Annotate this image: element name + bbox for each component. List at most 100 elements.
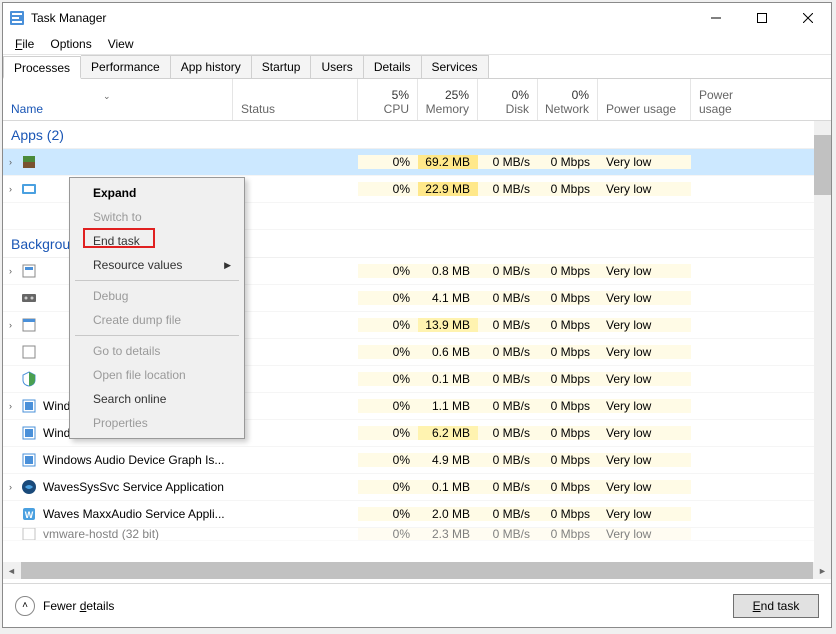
header-disk-pct: 0% — [512, 88, 529, 102]
cell-network: 0 Mbps — [538, 426, 598, 440]
tab-processes[interactable]: Processes — [3, 56, 81, 79]
ctx-end-task[interactable]: End task — [73, 229, 241, 253]
scroll-left-button[interactable]: ◄ — [3, 562, 20, 579]
cell-network: 0 Mbps — [538, 453, 598, 467]
process-name: WavesSysSvc Service Application — [43, 480, 224, 494]
header-disk-label: Disk — [506, 102, 529, 116]
process-icon — [21, 344, 37, 360]
process-icon — [21, 528, 37, 541]
col-memory[interactable]: 25%Memory — [418, 79, 478, 120]
ctx-expand[interactable]: Expand — [73, 181, 241, 205]
expand-icon[interactable]: › — [9, 184, 21, 194]
process-row[interactable]: WWaves MaxxAudio Service Appli...0%2.0 M… — [3, 501, 831, 528]
col-name[interactable]: ⌄ Name — [3, 79, 233, 120]
task-manager-window: Task Manager File Options View Processes… — [2, 2, 832, 628]
cell-memory: 0.6 MB — [418, 345, 478, 359]
fewer-details-button[interactable]: ˄ Fewer details — [15, 596, 114, 616]
tab-users[interactable]: Users — [311, 55, 363, 78]
app-icon — [9, 10, 25, 26]
column-headers: ⌄ Name Status 5%CPU 25%Memory 0%Disk 0%N… — [3, 79, 831, 121]
cell-disk: 0 MB/s — [478, 399, 538, 413]
header-cpu-label: CPU — [384, 102, 409, 116]
scrollbar-horizontal[interactable]: ◄ ► — [3, 562, 831, 579]
tab-performance[interactable]: Performance — [81, 55, 171, 78]
process-icon — [21, 479, 37, 495]
ctx-properties[interactable]: Properties — [73, 411, 241, 435]
cell-power: Very low — [598, 528, 691, 541]
process-name: vmware-hostd (32 bit) — [43, 528, 159, 541]
maximize-button[interactable] — [739, 3, 785, 33]
header-status-label: Status — [241, 102, 275, 116]
cell-power: Very low — [598, 372, 691, 386]
cell-cpu: 0% — [358, 480, 418, 494]
cell-cpu: 0% — [358, 426, 418, 440]
process-row[interactable]: ›0%69.2 MB0 MB/s0 MbpsVery low — [3, 149, 831, 176]
scrollbar-vertical[interactable] — [814, 121, 831, 562]
col-cpu[interactable]: 5%CPU — [358, 79, 418, 120]
expand-icon[interactable]: › — [9, 320, 21, 330]
cell-network: 0 Mbps — [538, 399, 598, 413]
col-disk[interactable]: 0%Disk — [478, 79, 538, 120]
chevron-down-icon: ⌄ — [103, 91, 111, 102]
cell-disk: 0 MB/s — [478, 426, 538, 440]
group-apps[interactable]: Apps (2) — [3, 121, 831, 149]
col-power2[interactable]: Power usage — [691, 79, 768, 120]
cell-memory: 2.0 MB — [418, 507, 478, 521]
cell-disk: 0 MB/s — [478, 291, 538, 305]
ctx-open-location[interactable]: Open file location — [73, 363, 241, 387]
col-power[interactable]: Power usage — [598, 79, 691, 120]
cell-network: 0 Mbps — [538, 318, 598, 332]
cell-memory: 13.9 MB — [418, 318, 478, 332]
context-menu: Expand Switch to End task Resource value… — [69, 177, 245, 439]
cell-power: Very low — [598, 155, 691, 169]
tab-app-history[interactable]: App history — [171, 55, 252, 78]
cell-power: Very low — [598, 264, 691, 278]
cell-power: Very low — [598, 453, 691, 467]
ctx-create-dump[interactable]: Create dump file — [73, 308, 241, 332]
expand-icon[interactable]: › — [9, 266, 21, 276]
col-status[interactable]: Status — [233, 79, 358, 120]
cell-network: 0 Mbps — [538, 155, 598, 169]
col-network[interactable]: 0%Network — [538, 79, 598, 120]
menu-file[interactable]: File — [7, 34, 42, 54]
ctx-search-online[interactable]: Search online — [73, 387, 241, 411]
cell-cpu: 0% — [358, 264, 418, 278]
process-icon — [21, 290, 37, 306]
expand-icon[interactable]: › — [9, 401, 21, 411]
cell-memory: 0.1 MB — [418, 480, 478, 494]
cell-disk: 0 MB/s — [478, 182, 538, 196]
tab-details[interactable]: Details — [364, 55, 422, 78]
tab-services[interactable]: Services — [422, 55, 489, 78]
cell-disk: 0 MB/s — [478, 507, 538, 521]
window-title: Task Manager — [31, 11, 693, 25]
cell-network: 0 Mbps — [538, 345, 598, 359]
footer: ˄ Fewer details End task — [3, 583, 831, 627]
expand-icon[interactable]: › — [9, 482, 21, 492]
cell-power: Very low — [598, 318, 691, 332]
ctx-switch-to[interactable]: Switch to — [73, 205, 241, 229]
cell-memory: 2.3 MB — [418, 528, 478, 541]
process-icon — [21, 398, 37, 414]
tab-startup[interactable]: Startup — [252, 55, 312, 78]
ctx-go-details[interactable]: Go to details — [73, 339, 241, 363]
menu-view[interactable]: View — [100, 34, 142, 54]
cell-power: Very low — [598, 480, 691, 494]
ctx-debug[interactable]: Debug — [73, 284, 241, 308]
minimize-button[interactable] — [693, 3, 739, 33]
close-button[interactable] — [785, 3, 831, 33]
menubar: File Options View — [3, 33, 831, 55]
expand-icon[interactable]: › — [9, 157, 21, 167]
scrollbar-thumb-horizontal[interactable] — [21, 562, 813, 579]
cell-disk: 0 MB/s — [478, 453, 538, 467]
process-row[interactable]: › WavesSysSvc Service Application 0%0.1 MB… — [3, 474, 831, 501]
cell-cpu: 0% — [358, 372, 418, 386]
process-icon — [21, 371, 37, 387]
scroll-right-button[interactable]: ► — [814, 562, 831, 579]
process-row[interactable]: vmware-hostd (32 bit)0%2.3 MB0 MB/s0 Mbp… — [3, 528, 831, 541]
end-task-button[interactable]: End task — [733, 594, 819, 618]
scrollbar-thumb-vertical[interactable] — [814, 135, 831, 195]
header-power-label: Power usage — [606, 102, 676, 116]
menu-options[interactable]: Options — [42, 34, 99, 54]
ctx-resource-values[interactable]: Resource values▶ — [73, 253, 241, 277]
process-row[interactable]: Windows Audio Device Graph Is...0%4.9 MB… — [3, 447, 831, 474]
